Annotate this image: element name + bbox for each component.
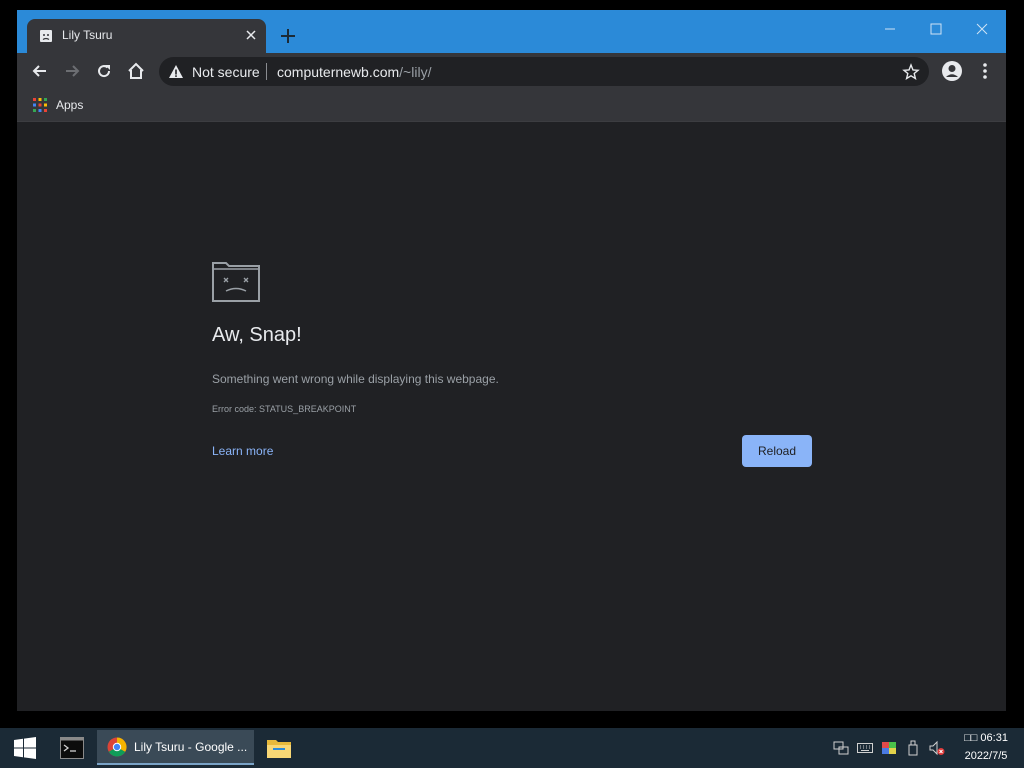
learn-more-link[interactable]: Learn more <box>212 444 273 458</box>
home-icon[interactable] <box>126 61 146 81</box>
sad-folder-icon <box>212 262 260 302</box>
forward-arrow-icon[interactable] <box>62 61 82 81</box>
reload-icon[interactable] <box>94 61 114 81</box>
menu-dots-icon[interactable] <box>975 61 995 81</box>
star-icon[interactable] <box>902 63 920 81</box>
plus-icon[interactable] <box>277 25 299 47</box>
error-message: Something went wrong while displaying th… <box>212 372 499 386</box>
error-code: Error code: STATUS_BREAKPOINT <box>212 404 357 414</box>
title-bar: Lily Tsuru <box>17 10 1006 53</box>
url-divider <box>266 63 267 80</box>
account-icon[interactable] <box>941 60 963 82</box>
minimize-icon[interactable] <box>875 16 905 42</box>
taskbar-chrome-label: Lily Tsuru - Google ... <box>134 740 248 754</box>
browser-tab[interactable]: Lily Tsuru <box>27 19 266 53</box>
clock-date[interactable]: 2022/7/5 <box>956 750 1016 762</box>
url-domain: computernewb.com <box>277 64 400 80</box>
network-icon[interactable] <box>833 740 849 756</box>
back-arrow-icon[interactable] <box>30 61 50 81</box>
tab-title: Lily Tsuru <box>62 28 113 42</box>
color-icon[interactable] <box>881 740 897 756</box>
volume-muted-icon[interactable] <box>929 740 945 756</box>
address-bar[interactable]: Not secure computernewb.com/~lily/ <box>159 57 929 86</box>
maximize-icon[interactable] <box>921 16 951 42</box>
navigation-toolbar: Not secure computernewb.com/~lily/ <box>17 53 1006 90</box>
bookmarks-bar: Apps <box>17 90 1006 122</box>
windows-start-icon[interactable] <box>14 737 36 759</box>
taskbar-chrome-button[interactable]: Lily Tsuru - Google ... <box>97 730 254 765</box>
browser-window: Lily Tsuru Not secure computernewb.com/~… <box>17 10 1006 711</box>
security-status[interactable]: Not secure <box>192 64 260 80</box>
apps-bookmark[interactable]: Apps <box>56 98 83 112</box>
warning-icon[interactable] <box>168 64 184 80</box>
clock-time[interactable]: □□ 06:31 <box>956 732 1016 744</box>
terminal-icon[interactable] <box>60 737 84 759</box>
close-icon[interactable] <box>967 16 997 42</box>
url-text[interactable]: computernewb.com/~lily/ <box>277 64 431 80</box>
taskbar: Lily Tsuru - Google ... □□ 06:31 2022/7/… <box>0 728 1024 768</box>
sad-tab-icon <box>40 30 52 42</box>
desktop: Lily Tsuru Not secure computernewb.com/~… <box>0 0 1024 728</box>
error-page: Aw, Snap! Something went wrong while dis… <box>17 122 1006 711</box>
close-icon[interactable] <box>241 25 261 45</box>
reload-button[interactable]: Reload <box>742 435 812 467</box>
error-title: Aw, Snap! <box>212 324 302 346</box>
apps-grid-icon[interactable] <box>33 98 47 112</box>
chrome-icon <box>107 737 127 757</box>
url-path: /~lily/ <box>399 64 432 80</box>
keyboard-icon[interactable] <box>857 740 873 756</box>
usb-icon[interactable] <box>905 740 921 756</box>
file-explorer-icon[interactable] <box>267 738 291 758</box>
